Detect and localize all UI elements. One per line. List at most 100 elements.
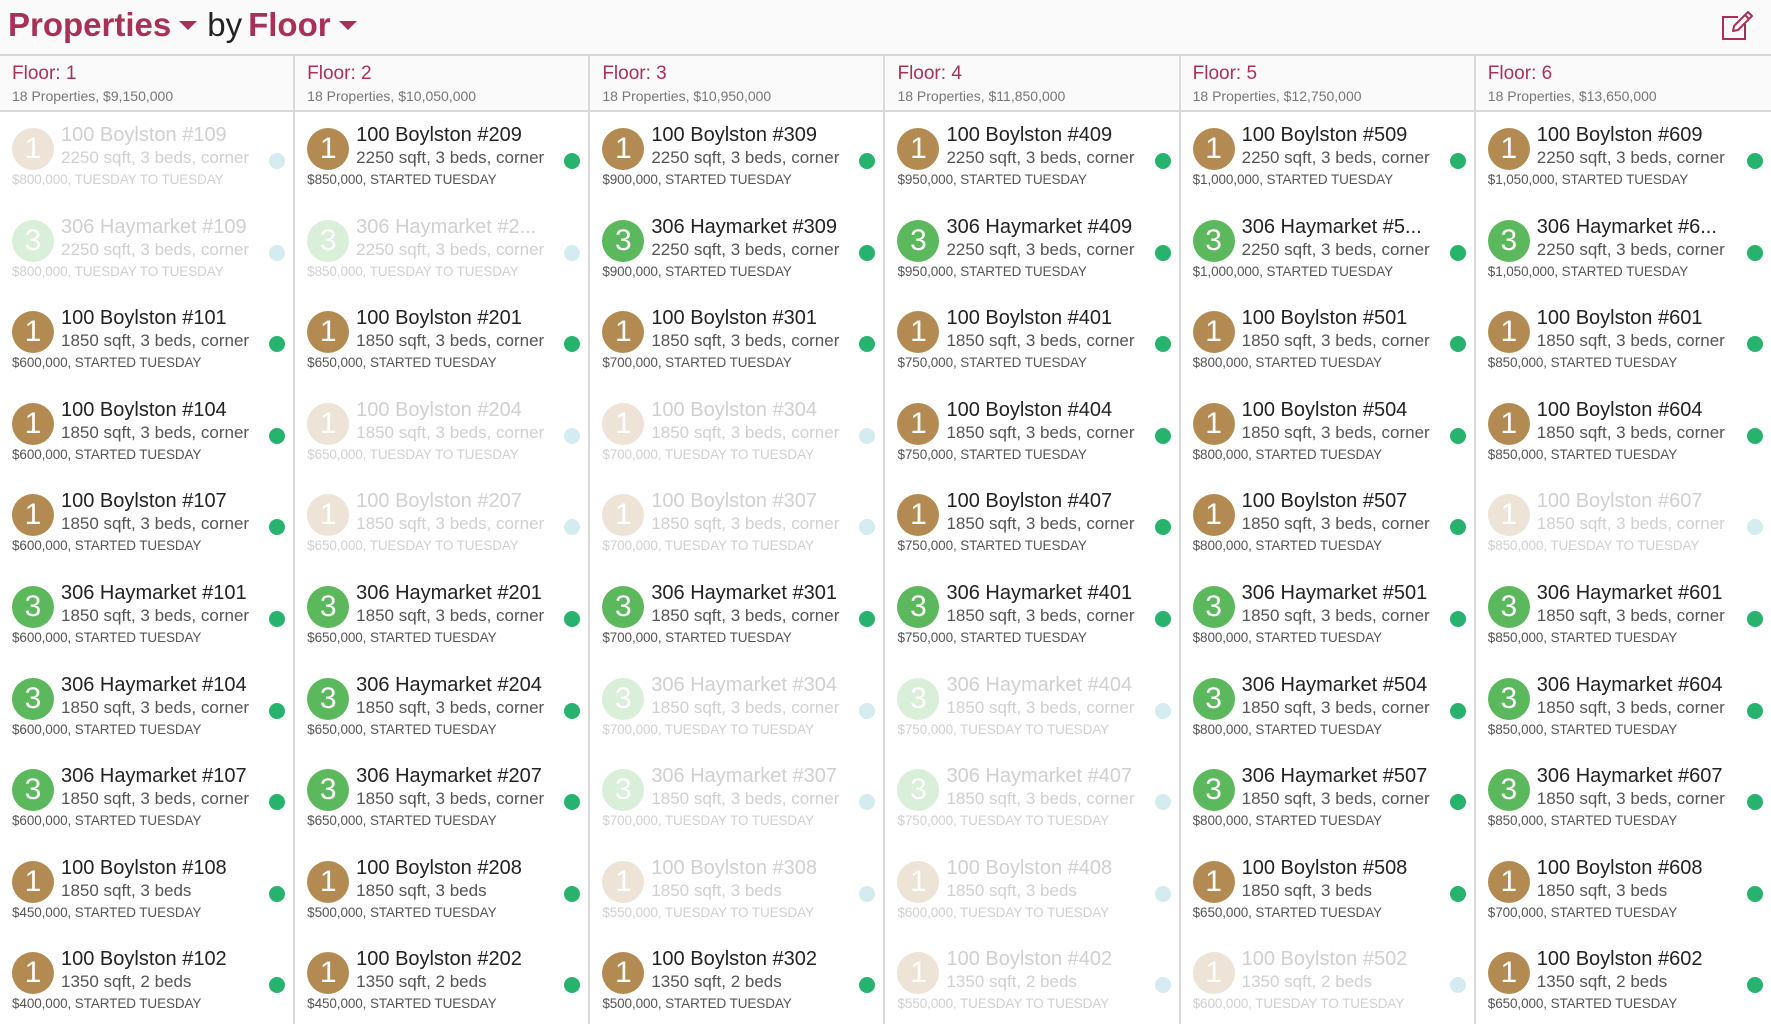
status-dot-icon bbox=[1449, 519, 1466, 536]
property-details: 1350 sqft, 2 beds bbox=[651, 972, 782, 992]
property-card[interactable]: 1 100 Boylston #508 1850 sqft, 3 beds $650,… bbox=[1181, 845, 1474, 937]
property-card[interactable]: 1 100 Boylston #407 1850 sqft, 3 beds, cor… bbox=[885, 478, 1178, 570]
edit-icon[interactable] bbox=[1719, 8, 1755, 44]
column-header[interactable]: Floor: 1 18 Properties, $9,150,000 bbox=[0, 56, 294, 112]
field-dropdown[interactable]: Floor bbox=[248, 6, 357, 43]
property-card[interactable]: 3 306 Haymarket #207 1850 sqft, 3 beds, co… bbox=[295, 753, 588, 845]
status-dot-icon bbox=[859, 794, 876, 811]
building-badge: 1 bbox=[307, 311, 350, 354]
property-card[interactable]: 1 100 Boylston #404 1850 sqft, 3 beds, cor… bbox=[885, 387, 1178, 479]
property-card[interactable]: 1 100 Boylston #608 1850 sqft, 3 beds $700,… bbox=[1476, 845, 1771, 937]
property-name: 306 Haymarket #304 bbox=[651, 673, 837, 696]
property-name: 306 Haymarket #204 bbox=[356, 673, 542, 696]
property-card[interactable]: 1 100 Boylston #102 1350 sqft, 2 beds $400,… bbox=[0, 936, 293, 1024]
property-name: 100 Boylston #308 bbox=[651, 856, 817, 879]
column-header[interactable]: Floor: 5 18 Properties, $12,750,000 bbox=[1180, 56, 1474, 112]
property-name: 100 Boylston #101 bbox=[61, 307, 227, 330]
property-details: 1850 sqft, 3 beds, corner bbox=[1536, 331, 1725, 351]
property-card[interactable]: 1 100 Boylston #408 1850 sqft, 3 beds $600,… bbox=[885, 845, 1178, 937]
property-card[interactable]: 1 100 Boylston #509 2250 sqft, 3 beds, cor… bbox=[1181, 112, 1474, 204]
property-card[interactable]: 1 100 Boylston #208 1850 sqft, 3 beds $500,… bbox=[295, 845, 588, 937]
property-name: 100 Boylston #201 bbox=[356, 307, 522, 330]
property-name: 306 Haymarket #309 bbox=[651, 215, 837, 238]
building-badge: 3 bbox=[602, 769, 645, 812]
property-name: 306 Haymarket #6... bbox=[1536, 215, 1717, 238]
property-details: 1850 sqft, 3 beds, corner bbox=[946, 605, 1135, 625]
column-header[interactable]: Floor: 3 18 Properties, $10,950,000 bbox=[590, 56, 884, 112]
property-card[interactable]: 3 306 Haymarket #301 1850 sqft, 3 beds, co… bbox=[590, 570, 883, 662]
property-card[interactable]: 1 100 Boylston #601 1850 sqft, 3 beds, cor… bbox=[1476, 295, 1771, 387]
property-card[interactable]: 1 100 Boylston #101 1850 sqft, 3 beds, cor… bbox=[0, 295, 293, 387]
property-card[interactable]: 3 306 Haymarket #309 2250 sqft, 3 beds, co… bbox=[590, 204, 883, 296]
property-card[interactable]: 1 100 Boylston #207 1850 sqft, 3 beds, cor… bbox=[295, 478, 588, 570]
property-card[interactable]: 3 306 Haymarket #601 1850 sqft, 3 beds, co… bbox=[1476, 570, 1771, 662]
property-card[interactable]: 3 306 Haymarket #109 2250 sqft, 3 beds, co… bbox=[0, 204, 293, 296]
property-card[interactable]: 1 100 Boylston #201 1850 sqft, 3 beds, cor… bbox=[295, 295, 588, 387]
property-card[interactable]: 3 306 Haymarket #104 1850 sqft, 3 beds, co… bbox=[0, 662, 293, 754]
property-card[interactable]: 1 100 Boylston #304 1850 sqft, 3 beds, cor… bbox=[590, 387, 883, 479]
building-badge: 1 bbox=[1192, 128, 1235, 170]
property-card[interactable]: 3 306 Haymarket #404 1850 sqft, 3 beds, co… bbox=[885, 662, 1178, 754]
property-card[interactable]: 3 306 Haymarket #604 1850 sqft, 3 beds, co… bbox=[1476, 662, 1771, 754]
property-card[interactable]: 1 100 Boylston #204 1850 sqft, 3 beds, cor… bbox=[295, 387, 588, 479]
property-card[interactable]: 1 100 Boylston #308 1850 sqft, 3 beds $550,… bbox=[590, 845, 883, 937]
property-card[interactable]: 3 306 Haymarket #6... 2250 sqft, 3 beds, c… bbox=[1476, 204, 1771, 296]
property-card[interactable]: 3 306 Haymarket #2... 2250 sqft, 3 beds, c… bbox=[295, 204, 588, 296]
column-header[interactable]: Floor: 6 18 Properties, $13,650,000 bbox=[1475, 56, 1771, 112]
property-details: 1850 sqft, 3 beds, corner bbox=[356, 697, 545, 717]
property-card[interactable]: 3 306 Haymarket #407 1850 sqft, 3 beds, co… bbox=[885, 753, 1178, 845]
property-card[interactable]: 3 306 Haymarket #5... 2250 sqft, 3 beds, c… bbox=[1181, 204, 1474, 296]
group-by-dropdown[interactable]: Properties bbox=[8, 6, 198, 43]
building-badge: 3 bbox=[12, 585, 54, 628]
property-card[interactable]: 1 100 Boylston #109 2250 sqft, 3 beds, cor… bbox=[0, 112, 293, 204]
property-card[interactable]: 1 100 Boylston #409 2250 sqft, 3 beds, cor… bbox=[885, 112, 1178, 204]
column-header[interactable]: Floor: 2 18 Properties, $10,050,000 bbox=[295, 56, 589, 112]
property-card[interactable]: 1 100 Boylston #307 1850 sqft, 3 beds, cor… bbox=[590, 478, 883, 570]
property-details: 1850 sqft, 3 beds, corner bbox=[356, 422, 545, 442]
property-card[interactable]: 1 100 Boylston #108 1850 sqft, 3 beds $450,… bbox=[0, 845, 293, 937]
property-details: 1850 sqft, 3 beds, corner bbox=[1241, 422, 1430, 442]
property-card[interactable]: 3 306 Haymarket #507 1850 sqft, 3 beds, co… bbox=[1181, 753, 1474, 845]
property-card[interactable]: 1 100 Boylston #402 1350 sqft, 2 beds $550,… bbox=[885, 936, 1178, 1024]
property-card[interactable]: 1 100 Boylston #507 1850 sqft, 3 beds, cor… bbox=[1181, 478, 1474, 570]
building-badge: 1 bbox=[602, 128, 645, 170]
property-card[interactable]: 1 100 Boylston #301 1850 sqft, 3 beds, cor… bbox=[590, 295, 883, 387]
property-card[interactable]: 1 100 Boylston #607 1850 sqft, 3 beds, cor… bbox=[1476, 478, 1771, 570]
property-card[interactable]: 3 306 Haymarket #409 2250 sqft, 3 beds, co… bbox=[885, 204, 1178, 296]
property-card[interactable]: 3 306 Haymarket #101 1850 sqft, 3 beds, co… bbox=[0, 570, 293, 662]
property-card[interactable]: 3 306 Haymarket #504 1850 sqft, 3 beds, co… bbox=[1181, 662, 1474, 754]
property-card[interactable]: 1 100 Boylston #604 1850 sqft, 3 beds, cor… bbox=[1476, 387, 1771, 479]
property-card[interactable]: 1 100 Boylston #502 1350 sqft, 2 beds $600,… bbox=[1181, 936, 1474, 1024]
property-card[interactable]: 3 306 Haymarket #201 1850 sqft, 3 beds, co… bbox=[295, 570, 588, 662]
property-card[interactable]: 3 306 Haymarket #501 1850 sqft, 3 beds, co… bbox=[1181, 570, 1474, 662]
property-card[interactable]: 3 306 Haymarket #304 1850 sqft, 3 beds, co… bbox=[590, 662, 883, 754]
property-card[interactable]: 1 100 Boylston #401 1850 sqft, 3 beds, cor… bbox=[885, 295, 1178, 387]
property-details: 1850 sqft, 3 beds, corner bbox=[356, 331, 545, 351]
property-card[interactable]: 3 306 Haymarket #307 1850 sqft, 3 beds, co… bbox=[590, 753, 883, 845]
building-badge: 1 bbox=[602, 402, 645, 445]
property-card[interactable]: 1 100 Boylston #609 2250 sqft, 3 beds, cor… bbox=[1476, 112, 1771, 204]
property-card[interactable]: 1 100 Boylston #302 1350 sqft, 2 beds $500,… bbox=[590, 936, 883, 1024]
property-details: 2250 sqft, 3 beds, corner bbox=[946, 148, 1135, 167]
property-card[interactable]: 3 306 Haymarket #107 1850 sqft, 3 beds, co… bbox=[0, 753, 293, 845]
property-card[interactable]: 1 100 Boylston #501 1850 sqft, 3 beds, cor… bbox=[1181, 295, 1474, 387]
building-badge: 1 bbox=[1192, 494, 1235, 537]
property-card[interactable]: 1 100 Boylston #602 1350 sqft, 2 beds $650,… bbox=[1476, 936, 1771, 1024]
property-price-status: $800,000, STARTED TUESDAY bbox=[1192, 721, 1382, 737]
property-card[interactable]: 1 100 Boylston #309 2250 sqft, 3 beds, cor… bbox=[590, 112, 883, 204]
property-price-status: $600,000, STARTED TUESDAY bbox=[12, 721, 202, 737]
property-card[interactable]: 3 306 Haymarket #401 1850 sqft, 3 beds, co… bbox=[885, 570, 1178, 662]
column-title: Floor: 3 bbox=[602, 63, 667, 84]
property-card[interactable]: 3 306 Haymarket #204 1850 sqft, 3 beds, co… bbox=[295, 662, 588, 754]
property-card[interactable]: 1 100 Boylston #202 1350 sqft, 2 beds $450,… bbox=[295, 936, 588, 1024]
property-name: 100 Boylston #202 bbox=[356, 948, 522, 971]
property-card[interactable]: 1 100 Boylston #107 1850 sqft, 3 beds, cor… bbox=[0, 478, 293, 570]
property-price-status: $1,050,000, STARTED TUESDAY bbox=[1487, 172, 1689, 187]
property-card[interactable]: 3 306 Haymarket #607 1850 sqft, 3 beds, co… bbox=[1476, 753, 1771, 845]
property-card[interactable]: 1 100 Boylston #209 2250 sqft, 3 beds, cor… bbox=[295, 112, 588, 204]
building-badge: 3 bbox=[307, 677, 350, 720]
column-header[interactable]: Floor: 4 18 Properties, $11,850,000 bbox=[885, 56, 1179, 112]
property-details: 1850 sqft, 3 beds, corner bbox=[1536, 514, 1725, 534]
property-card[interactable]: 1 100 Boylston #504 1850 sqft, 3 beds, cor… bbox=[1181, 387, 1474, 479]
property-card[interactable]: 1 100 Boylston #104 1850 sqft, 3 beds, cor… bbox=[0, 387, 293, 479]
